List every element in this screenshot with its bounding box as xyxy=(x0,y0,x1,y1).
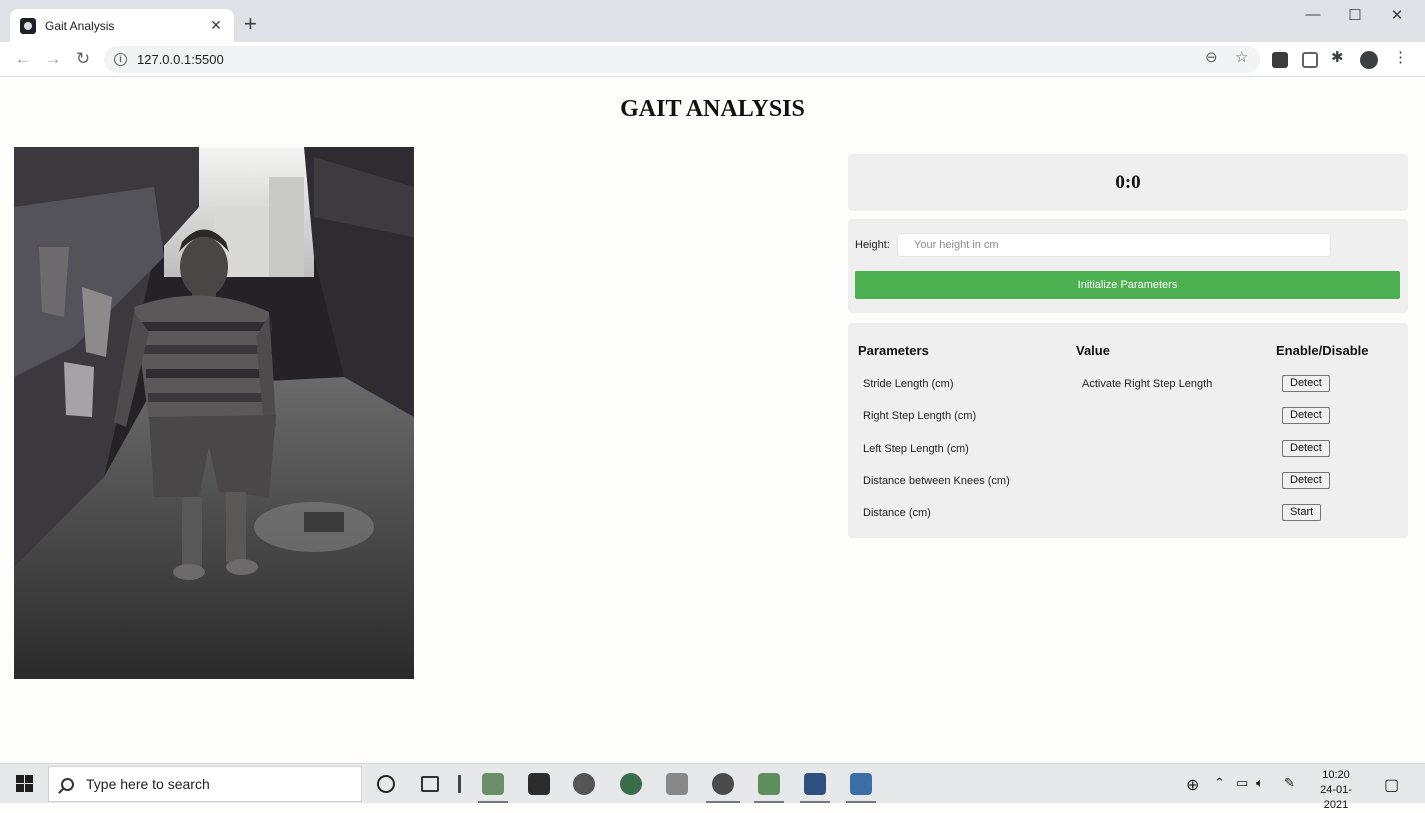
enable-disable-header: Enable/Disable xyxy=(1276,343,1369,358)
detect-distance-between-knees-button[interactable]: Detect xyxy=(1282,472,1330,489)
favicon-icon xyxy=(20,17,36,34)
param-value: Activate Right Step Length xyxy=(1082,378,1213,390)
browser-toolbar: ← → ↻ i 127.0.0.1:5500 ⊖ ☆ ✱ ⋮ xyxy=(0,42,1425,77)
profile-avatar-icon[interactable] xyxy=(1360,51,1378,69)
close-window-button[interactable]: ✕ xyxy=(1377,6,1417,24)
browser-tabstrip: Gait Analysis ✕ + — ☐ ✕ xyxy=(0,0,1425,42)
height-label: Height: xyxy=(855,239,890,251)
extension-pocket-icon[interactable] xyxy=(1302,52,1318,68)
parameters-header: Parameters xyxy=(858,343,929,358)
clock-time: 10:20 xyxy=(1322,769,1350,781)
minimize-button[interactable]: — xyxy=(1293,6,1333,23)
detect-left-step-length-button[interactable]: Detect xyxy=(1282,440,1330,457)
tab-close-icon[interactable]: ✕ xyxy=(208,17,224,34)
site-info-icon[interactable]: i xyxy=(114,53,127,66)
param-name: Distance (cm) xyxy=(863,507,931,519)
start-distance-button[interactable]: Start xyxy=(1282,504,1322,521)
param-row-stride-length: Stride Length (cm) Activate Right Step L… xyxy=(848,375,1408,395)
detect-stride-length-button[interactable]: Detect xyxy=(1282,375,1330,392)
score-panel: 0:0 xyxy=(848,154,1408,211)
param-row-right-step-length: Right Step Length (cm) Detect xyxy=(848,407,1408,427)
bookmark-star-icon[interactable]: ☆ xyxy=(1235,48,1248,66)
value-header: Value xyxy=(1076,343,1110,358)
volume-icon[interactable]: 🔈︎ xyxy=(1256,775,1264,791)
task-view-icon[interactable] xyxy=(421,776,439,792)
tab-title: Gait Analysis xyxy=(45,18,115,33)
mail-icon[interactable] xyxy=(666,773,688,795)
cortana-icon[interactable] xyxy=(377,775,395,793)
word-icon[interactable] xyxy=(804,773,826,795)
photos-icon[interactable] xyxy=(758,773,780,795)
browser-tab-active[interactable]: Gait Analysis ✕ xyxy=(10,9,234,42)
show-hidden-icons-chevron-icon[interactable]: ⌃ xyxy=(1214,775,1225,791)
extensions-puzzle-icon[interactable]: ✱ xyxy=(1331,48,1344,66)
height-input[interactable] xyxy=(897,233,1331,257)
taskbar-clock[interactable]: 10:20 24-01-2021 xyxy=(1310,768,1362,813)
webcam-frame-image xyxy=(14,147,414,679)
taskbar-search-box[interactable]: Type here to search xyxy=(48,766,362,802)
back-arrow-icon[interactable]: ← xyxy=(12,48,34,70)
battery-icon[interactable]: ▭ xyxy=(1236,775,1248,791)
file-explorer-icon[interactable] xyxy=(482,773,504,795)
search-icon xyxy=(61,777,74,791)
browser-menu-icon[interactable]: ⋮ xyxy=(1393,48,1408,66)
chrome-icon[interactable] xyxy=(712,773,734,795)
param-row-distance: Distance (cm) Start xyxy=(848,504,1408,524)
height-form: Height: Initialize Parameters xyxy=(848,219,1408,313)
taskbar-search-placeholder[interactable]: Type here to search xyxy=(86,776,210,792)
page-title: GAIT ANALYSIS xyxy=(620,96,805,122)
maximize-button[interactable]: ☐ xyxy=(1335,6,1375,24)
edge-browser-icon[interactable] xyxy=(620,773,642,795)
extension-pdf-icon[interactable] xyxy=(1272,52,1288,68)
param-name: Right Step Length (cm) xyxy=(863,410,977,422)
vscode-icon[interactable] xyxy=(850,773,872,795)
windows-start-icon[interactable] xyxy=(16,775,33,792)
reload-icon[interactable]: ↻ xyxy=(72,48,94,70)
notifications-icon[interactable]: ▢ xyxy=(1384,775,1399,795)
forward-arrow-icon[interactable]: → xyxy=(42,48,64,70)
param-name: Distance between Knees (cm) xyxy=(863,475,1010,487)
score-display: 0:0 xyxy=(1115,171,1141,193)
webcam-feed xyxy=(14,147,414,679)
param-row-left-step-length: Left Step Length (cm) Detect xyxy=(848,440,1408,460)
zoom-icon[interactable]: ⊖ xyxy=(1205,48,1218,66)
media-player-icon[interactable] xyxy=(573,773,595,795)
pen-icon[interactable]: ✎ xyxy=(1284,775,1295,791)
url-text[interactable]: 127.0.0.1:5500 xyxy=(137,52,224,67)
windows-taskbar: Type here to search ⊕ ⌃ ▭ 🔈︎ ✎ 10:20 24-… xyxy=(0,763,1425,811)
parameters-table: Parameters Value Enable/Disable Stride L… xyxy=(848,323,1408,538)
address-bar[interactable]: i 127.0.0.1:5500 xyxy=(104,46,1260,73)
param-name: Left Step Length (cm) xyxy=(863,443,969,455)
clock-date: 24-01-2021 xyxy=(1320,784,1352,811)
detect-right-step-length-button[interactable]: Detect xyxy=(1282,407,1330,424)
taskbar-divider xyxy=(458,775,461,793)
store-icon[interactable] xyxy=(528,773,550,795)
new-tab-button[interactable]: + xyxy=(244,12,257,36)
param-row-distance-between-knees: Distance between Knees (cm) Detect xyxy=(848,472,1408,492)
initialize-parameters-button[interactable]: Initialize Parameters xyxy=(855,271,1400,299)
network-status-icon[interactable]: ⊕ xyxy=(1186,775,1199,795)
param-name: Stride Length (cm) xyxy=(863,378,954,390)
